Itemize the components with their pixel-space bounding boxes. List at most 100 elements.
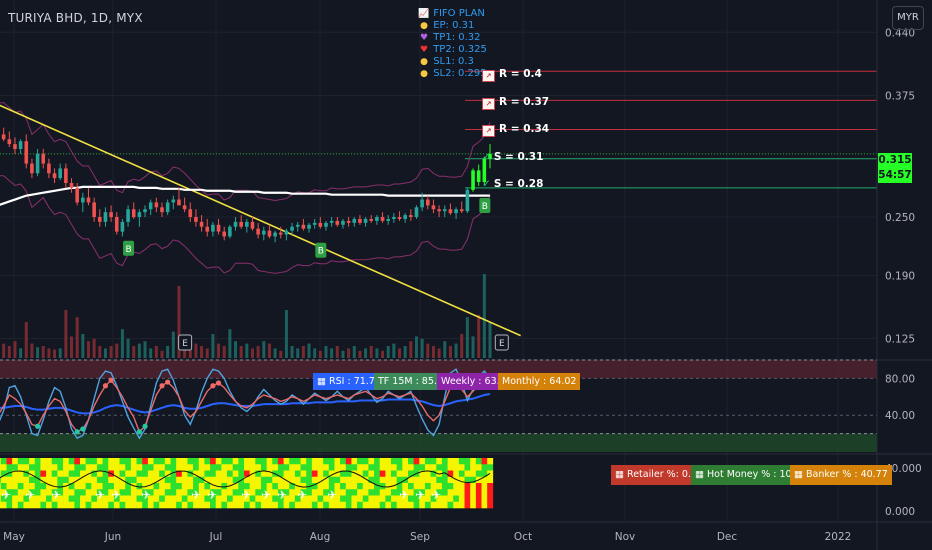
money-flow-cell	[289, 489, 296, 496]
rocket-icon: ✈	[277, 488, 287, 502]
money-flow-cell	[96, 501, 103, 509]
money-flow-cell	[447, 495, 454, 503]
currency-button[interactable]: MYR	[892, 6, 924, 30]
money-flow-cell	[272, 501, 279, 509]
money-flow-cell	[176, 476, 183, 484]
money-flow-cell	[96, 464, 103, 471]
money-flow-cell	[430, 476, 437, 484]
money-flow-cell	[238, 458, 245, 465]
money-flow-cell	[311, 495, 318, 503]
money-flow-cell	[464, 489, 471, 496]
band-upper	[0, 102, 491, 202]
volume-bar	[19, 348, 23, 358]
money-flow-cell	[181, 483, 188, 490]
money-flow-cell	[29, 501, 36, 509]
money-flow-cell	[159, 470, 166, 478]
money-flow-cell	[345, 464, 352, 471]
candle-body	[81, 197, 85, 203]
money-flow-cell	[12, 476, 19, 484]
money-flow-cell	[23, 458, 30, 465]
money-flow-cell	[391, 489, 397, 496]
candle-body	[431, 205, 436, 210]
money-flow-cell	[379, 464, 386, 471]
money-flow-cell	[447, 483, 454, 490]
osc-tick-label: 40.00	[885, 410, 915, 422]
money-flow-cell	[362, 501, 369, 509]
money-flow-cell	[142, 501, 149, 509]
money-flow-cell	[170, 501, 177, 509]
chart-stage[interactable]: B B B E E ✈ ✈ ✈ ✈ ✈ ✈ ✈ ✈ ✈ ✈ ✈ ✈ ✈ ✈ ✈ ✈ 0.440 0.375 0.250 0.19…	[0, 0, 932, 550]
candle-body	[437, 209, 441, 212]
money-flow-cell	[408, 464, 414, 471]
money-flow-cell	[430, 458, 437, 465]
volume-bar	[75, 317, 79, 358]
volume-bar	[115, 343, 119, 358]
money-flow-cell	[136, 464, 143, 471]
money-flow-cell	[0, 458, 7, 465]
money-flow-cell	[317, 470, 324, 478]
time-tick-label: Jul	[209, 531, 223, 543]
money-flow-cell	[249, 458, 256, 465]
money-flow-cell	[85, 501, 92, 509]
volume-bar	[250, 348, 254, 358]
money-flow-cell	[294, 501, 301, 509]
money-flow-cell	[458, 495, 465, 503]
money-flow-cell	[204, 458, 211, 465]
money-flow-cell	[340, 476, 347, 484]
money-flow-cell	[385, 495, 392, 503]
symbol-title[interactable]: TURIYA BHD, 1D, MYX	[8, 11, 143, 25]
osc-extreme-dot	[159, 383, 165, 389]
candle-body	[397, 217, 402, 219]
red-heart-icon: ♥	[419, 45, 429, 55]
fifo-tp2-row: ♥ TP2: 0.325	[418, 44, 487, 56]
volume-bar	[160, 350, 164, 358]
money-flow-cell	[249, 464, 256, 471]
volume-bar	[330, 348, 334, 358]
money-flow-cell	[464, 495, 471, 503]
candle-body	[154, 202, 159, 208]
money-flow-cell	[34, 483, 41, 490]
money-flow-cell	[294, 470, 301, 478]
candle-body	[392, 217, 396, 219]
volume-bar	[205, 348, 209, 358]
candle-body	[346, 220, 351, 223]
money-flow-cell	[57, 458, 64, 465]
candle-body	[465, 189, 470, 212]
volume-bar	[92, 338, 96, 358]
volume-bar	[36, 347, 40, 358]
money-flow-cell	[80, 495, 86, 503]
money-flow-cell	[289, 495, 296, 503]
money-flow-cell	[362, 464, 369, 471]
money-flow-cell	[379, 489, 386, 496]
money-flow-cell	[475, 458, 482, 465]
money-flow-cell	[125, 470, 132, 478]
candle-body	[290, 226, 294, 231]
money-flow-cell	[74, 458, 81, 465]
money-flow-cell	[362, 458, 369, 465]
money-flow-cell	[164, 501, 171, 509]
money-flow-cell	[249, 476, 256, 484]
candle-body	[24, 141, 29, 164]
candle-body	[414, 207, 419, 218]
money-flow-cell	[96, 476, 103, 484]
money-flow-cell	[12, 483, 19, 490]
money-flow-cell	[68, 458, 75, 465]
candle-body	[131, 209, 136, 218]
candle-body	[425, 199, 430, 206]
money-flow-cell	[63, 495, 69, 503]
money-flow-cell	[340, 464, 347, 471]
money-flow-cell	[334, 476, 341, 484]
volume-bar	[120, 329, 124, 358]
candle-body	[182, 205, 187, 210]
money-flow-cell	[215, 476, 222, 484]
rocket-icon: ✈	[297, 488, 307, 502]
money-flow-cell	[402, 464, 409, 471]
rocket-icon: ✈	[261, 488, 271, 502]
volume-bar	[154, 346, 158, 358]
money-flow-cell	[470, 464, 477, 471]
money-flow-cell	[317, 501, 324, 509]
volume-bar	[318, 350, 322, 358]
money-flow-cell	[181, 476, 188, 484]
osc-extreme-dot	[102, 383, 109, 389]
money-flow-cell	[323, 501, 330, 509]
